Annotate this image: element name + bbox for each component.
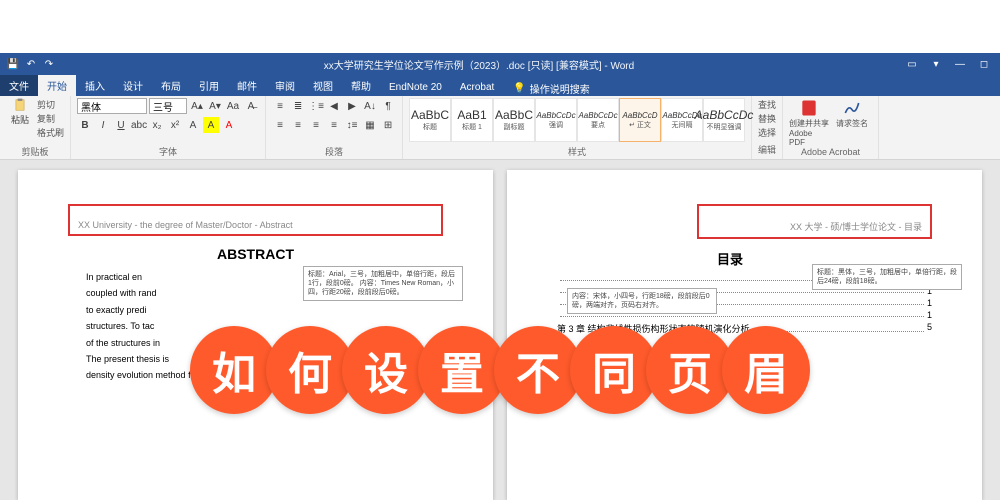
account-icon[interactable]: ▭ — [902, 57, 922, 73]
style-item[interactable]: AaBbCcDc强调 — [535, 98, 577, 142]
create-pdf-button[interactable]: 创建并共享 Adobe PDF — [789, 98, 829, 147]
select-button[interactable]: 选择 — [758, 126, 776, 139]
group-paragraph: ≡ ≣ ⋮≡ ◀ ▶ A↓ ¶ ≡ ≡ ≡ ≡ ↕≡ ▦ ⊞ 段落 — [266, 96, 403, 159]
format-painter-button[interactable]: 格式刷 — [37, 126, 64, 139]
request-sign-button[interactable]: 请求签名 — [832, 98, 872, 129]
decrease-indent-button[interactable]: ◀ — [326, 98, 342, 114]
increase-indent-button[interactable]: ▶ — [344, 98, 360, 114]
overlay-char: 设 — [342, 326, 430, 414]
overlay-char: 如 — [190, 326, 278, 414]
sign-icon — [842, 98, 862, 118]
font-size-select[interactable]: 三号 — [149, 98, 187, 114]
paste-button[interactable]: 粘贴 — [6, 98, 34, 126]
callout-toc-body-format: 内容：宋体，小四号，行距18磅，段前段后0磅，两端对齐，页码右对齐。 — [567, 288, 717, 314]
bullets-button[interactable]: ≡ — [272, 98, 288, 114]
numbering-button[interactable]: ≣ — [290, 98, 306, 114]
style-item[interactable]: AaBbCcDc要点 — [577, 98, 619, 142]
abstract-title: ABSTRACT — [68, 246, 443, 262]
overlay-char: 眉 — [722, 326, 810, 414]
tab-layout[interactable]: 布局 — [152, 75, 190, 96]
group-styles: AaBbC标题AaB1标题 1AaBbC副标题AaBbCcDc强调AaBbCcD… — [403, 96, 752, 159]
highlight-button[interactable]: A — [203, 117, 219, 133]
clear-format-button[interactable]: A̶ — [243, 98, 259, 114]
title-bar: 💾 ↶ ↷ xx大学研究生学位论文写作示例（2023）.doc [只读] [兼容… — [0, 53, 1000, 76]
bold-button[interactable]: B — [77, 117, 93, 133]
replace-button[interactable]: 替换 — [758, 112, 776, 125]
borders-button[interactable]: ⊞ — [380, 117, 396, 133]
page-header-left: XX University - the degree of Master/Doc… — [78, 220, 433, 230]
align-right-button[interactable]: ≡ — [308, 117, 324, 133]
find-button[interactable]: 查找 — [758, 98, 776, 111]
pdf-icon — [799, 98, 819, 118]
tab-mailings[interactable]: 邮件 — [228, 75, 266, 96]
overlay-char: 何 — [266, 326, 354, 414]
tab-help[interactable]: 帮助 — [342, 75, 380, 96]
tab-acrobat[interactable]: Acrobat — [451, 79, 503, 96]
callout-abstract-format: 标题：Arial，三号，加粗居中，单倍行距，段后1行，段前0磅。 内容：Time… — [303, 266, 463, 301]
overlay-char: 不 — [494, 326, 582, 414]
style-item[interactable]: AaBbC标题 — [409, 98, 451, 142]
tab-review[interactable]: 审阅 — [266, 75, 304, 96]
undo-icon[interactable]: ↶ — [24, 58, 38, 72]
page-header-right: XX 大学 - 硕/博士学位论文 - 目录 — [707, 220, 922, 233]
tell-me-search[interactable]: 💡 操作说明搜索 — [513, 81, 589, 96]
group-adobe: 创建并共享 Adobe PDF 请求签名 Adobe Acrobat — [783, 96, 879, 159]
font-name-select[interactable]: 黑体 — [77, 98, 147, 114]
paste-icon — [13, 98, 27, 112]
cut-button[interactable]: 剪切 — [37, 98, 64, 111]
superscript-button[interactable]: x² — [167, 117, 183, 133]
group-font: 黑体 三号 A▴ A▾ Aa A̶ B I U abc x₂ x² A A A … — [71, 96, 266, 159]
italic-button[interactable]: I — [95, 117, 111, 133]
justify-button[interactable]: ≡ — [326, 117, 342, 133]
sort-button[interactable]: A↓ — [362, 98, 378, 114]
align-left-button[interactable]: ≡ — [272, 117, 288, 133]
tab-home[interactable]: 开始 — [38, 75, 76, 96]
header-highlight-right: XX 大学 - 硕/博士学位论文 - 目录 — [697, 204, 932, 239]
tab-endnote[interactable]: EndNote 20 — [380, 79, 451, 96]
maximize-icon[interactable]: ◻ — [974, 57, 994, 73]
shading-button[interactable]: ▦ — [362, 117, 378, 133]
strikethrough-button[interactable]: abc — [131, 117, 147, 133]
align-center-button[interactable]: ≡ — [290, 117, 306, 133]
style-item[interactable]: AaBbC副标题 — [493, 98, 535, 142]
ribbon-options-icon[interactable]: ▾ — [926, 57, 946, 73]
change-case-button[interactable]: Aa — [225, 98, 241, 114]
grow-font-button[interactable]: A▴ — [189, 98, 205, 114]
show-marks-button[interactable]: ¶ — [380, 98, 396, 114]
header-highlight-left: XX University - the degree of Master/Doc… — [68, 204, 443, 236]
minimize-icon[interactable]: — — [950, 57, 970, 73]
tab-insert[interactable]: 插入 — [76, 75, 114, 96]
callout-toc-title-format: 标题：黑体，三号，加粗居中，单倍行距，段后24磅，段前18磅。 — [812, 264, 962, 290]
overlay-char: 置 — [418, 326, 506, 414]
underline-button[interactable]: U — [113, 117, 129, 133]
ribbon: 粘贴 剪切 复制 格式刷 剪贴板 黑体 三号 A▴ A▾ Aa A̶ B I U — [0, 96, 1000, 160]
multilevel-button[interactable]: ⋮≡ — [308, 98, 324, 114]
tab-file[interactable]: 文件 — [0, 75, 38, 96]
window-title: xx大学研究生学位论文写作示例（2023）.doc [只读] [兼容模式] - … — [56, 57, 902, 72]
save-icon[interactable]: 💾 — [6, 58, 20, 72]
text-effects-button[interactable]: A — [185, 117, 201, 133]
lightbulb-icon: 💡 — [513, 83, 525, 94]
subscript-button[interactable]: x₂ — [149, 117, 165, 133]
overlay-char: 同 — [570, 326, 658, 414]
tutorial-overlay: 如何设置不同页眉 — [0, 326, 1000, 414]
tab-references[interactable]: 引用 — [190, 75, 228, 96]
copy-button[interactable]: 复制 — [37, 112, 64, 125]
group-editing: 查找 替换 选择 编辑 — [752, 96, 783, 159]
tab-view[interactable]: 视图 — [304, 75, 342, 96]
style-item[interactable]: AaBbCcDc不明显强调 — [703, 98, 745, 142]
style-item[interactable]: AaBbCcD↵ 正文 — [619, 98, 661, 142]
line-spacing-button[interactable]: ↕≡ — [344, 117, 360, 133]
style-item[interactable]: AaB1标题 1 — [451, 98, 493, 142]
overlay-char: 页 — [646, 326, 734, 414]
font-color-button[interactable]: A — [221, 117, 237, 133]
ribbon-tabs: 文件 开始 插入 设计 布局 引用 邮件 审阅 视图 帮助 EndNote 20… — [0, 76, 1000, 96]
tab-design[interactable]: 设计 — [114, 75, 152, 96]
shrink-font-button[interactable]: A▾ — [207, 98, 223, 114]
redo-icon[interactable]: ↷ — [42, 58, 56, 72]
group-clipboard: 粘贴 剪切 复制 格式刷 剪贴板 — [0, 96, 71, 159]
